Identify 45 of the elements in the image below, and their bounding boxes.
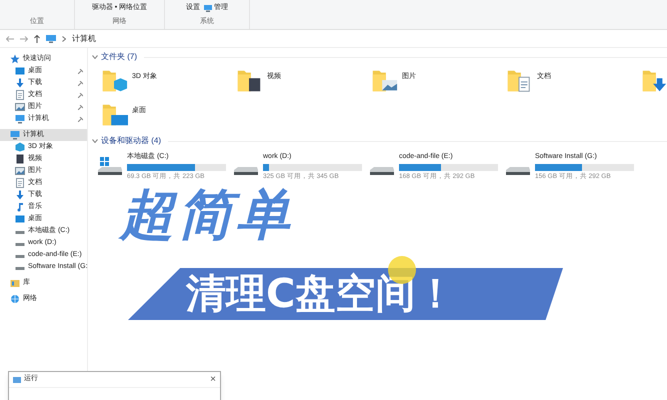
drive-icon xyxy=(506,166,530,175)
pin-icon[interactable] xyxy=(78,81,83,86)
run-icon xyxy=(13,376,21,382)
computer-icon xyxy=(46,34,56,42)
music-note-icon xyxy=(15,202,25,212)
star-icon xyxy=(10,54,20,64)
network-icon xyxy=(10,294,20,304)
computer-icon xyxy=(204,4,212,12)
computer-icon xyxy=(15,114,25,124)
download-arrow-icon xyxy=(15,78,25,88)
up-arrow-icon[interactable] xyxy=(34,34,40,42)
picture-icon xyxy=(15,102,25,112)
collapse-chevron-icon[interactable] xyxy=(92,139,98,143)
computer-icon xyxy=(10,130,20,140)
pin-icon[interactable] xyxy=(78,117,83,122)
collapse-chevron-icon[interactable] xyxy=(92,55,98,59)
section-heading[interactable]: 设备和驱动器 (4) xyxy=(101,135,161,147)
folder-icon xyxy=(640,69,667,93)
film-icon xyxy=(15,154,25,164)
back-arrow-icon[interactable] xyxy=(6,36,14,42)
section-heading[interactable]: 文件夹 (7) xyxy=(101,51,137,63)
folder-icon xyxy=(100,103,128,127)
drive-icon xyxy=(98,166,122,175)
download-arrow-icon xyxy=(15,190,25,200)
document-icon xyxy=(15,178,25,188)
drive-icon xyxy=(234,166,258,175)
folder-icon xyxy=(370,69,398,93)
close-button[interactable]: × xyxy=(210,374,216,384)
breadcrumb-chevron-icon[interactable] xyxy=(62,36,66,42)
document-icon xyxy=(15,90,25,100)
windows-logo-icon xyxy=(100,156,109,166)
picture-icon xyxy=(15,166,25,176)
headline-text: 超简单 xyxy=(120,188,294,242)
pin-icon[interactable] xyxy=(78,93,83,98)
folder-icon xyxy=(100,69,128,93)
banner: 清理C盘空间！ xyxy=(128,268,563,320)
library-icon xyxy=(10,278,20,288)
pin-icon[interactable] xyxy=(78,69,83,74)
desktop-icon xyxy=(15,214,25,224)
pin-icon[interactable] xyxy=(78,105,83,110)
desktop-icon xyxy=(15,66,25,76)
address-path[interactable]: 计算机 xyxy=(72,32,96,44)
drive-icon xyxy=(370,166,394,175)
folder-icon xyxy=(235,69,263,93)
forward-arrow-icon[interactable] xyxy=(20,36,28,42)
